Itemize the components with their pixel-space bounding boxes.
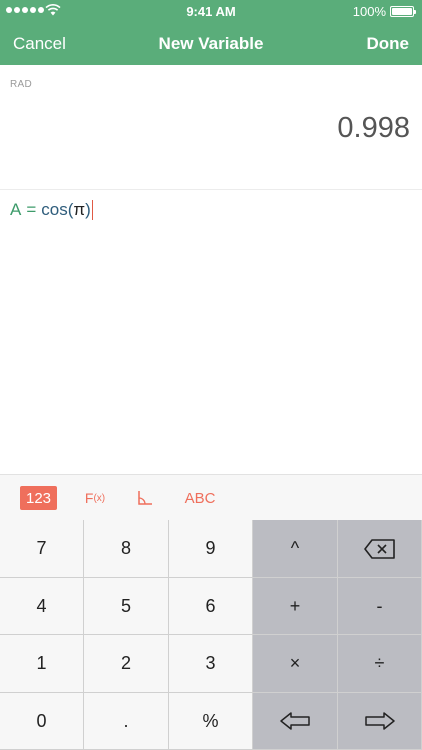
angle-icon <box>138 491 152 505</box>
key-backspace[interactable] <box>338 520 422 578</box>
key-cursor-left[interactable] <box>253 693 338 750</box>
function-argument: π <box>73 200 86 219</box>
tab-functions[interactable]: F (x) <box>80 486 110 510</box>
expression-input[interactable]: A = cos ( π ) <box>10 200 94 220</box>
key-divide[interactable]: ÷ <box>338 635 422 693</box>
key-minus[interactable]: - <box>338 578 422 635</box>
key-6[interactable]: 6 <box>169 578 253 635</box>
key-cursor-right[interactable] <box>338 693 422 750</box>
key-2[interactable]: 2 <box>84 635 169 693</box>
text-caret <box>91 200 94 220</box>
key-4[interactable]: 4 <box>0 578 84 635</box>
tab-numbers[interactable]: 123 <box>20 486 57 510</box>
keypad: 7 8 9 ^ 4 5 6 + - 1 2 3 × ÷ 0 . % <box>0 520 422 750</box>
battery-percent: 100% <box>352 4 386 19</box>
key-percent[interactable]: % <box>169 693 253 750</box>
arrow-right-icon <box>364 712 395 730</box>
function-name: cos <box>41 200 68 219</box>
key-power[interactable]: ^ <box>253 520 338 578</box>
done-button[interactable]: Done <box>367 34 410 54</box>
tab-functions-sub: (x) <box>93 492 106 504</box>
keyboard-toolbar: 123 F (x) ABC <box>0 474 422 520</box>
variable-name: A <box>10 200 22 219</box>
tab-functions-label: F <box>84 490 94 506</box>
tab-letters[interactable]: ABC <box>180 486 220 510</box>
status-bar: 9:41 AM 100% <box>0 0 422 22</box>
key-7[interactable]: 7 <box>0 520 84 578</box>
angle-mode-label[interactable]: RAD <box>10 79 32 90</box>
key-0[interactable]: 0 <box>0 693 84 750</box>
top-bar: 9:41 AM 100% Cancel New Variable Done <box>0 0 422 65</box>
page-title: New Variable <box>158 34 264 53</box>
key-9[interactable]: 9 <box>169 520 253 578</box>
key-decimal[interactable]: . <box>84 693 169 750</box>
divider <box>0 189 422 190</box>
result-value: 0.998 <box>337 112 410 144</box>
arrow-left-icon <box>280 712 310 730</box>
key-8[interactable]: 8 <box>84 520 169 578</box>
backspace-icon <box>363 538 395 559</box>
navigation-bar: Cancel New Variable Done <box>0 22 422 65</box>
equals-sign: = <box>26 200 37 219</box>
battery-icon <box>390 6 416 17</box>
close-paren: ) <box>85 200 91 219</box>
tab-angle[interactable] <box>133 486 157 510</box>
key-1[interactable]: 1 <box>0 635 84 693</box>
key-multiply[interactable]: × <box>253 635 338 693</box>
key-3[interactable]: 3 <box>169 635 253 693</box>
key-plus[interactable]: + <box>253 578 338 635</box>
key-5[interactable]: 5 <box>84 578 169 635</box>
